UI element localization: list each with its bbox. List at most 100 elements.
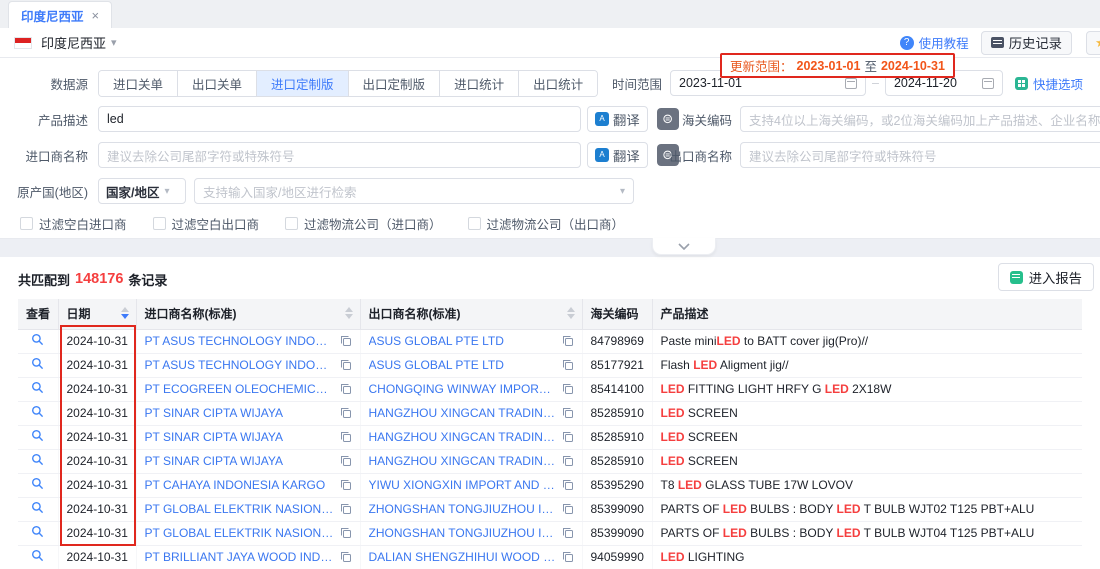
view-record-button[interactable]	[18, 449, 58, 473]
copy-icon[interactable]	[340, 455, 352, 467]
sort-caret-icon[interactable]	[345, 307, 353, 319]
importer-name-link[interactable]: PT SINAR CIPTA WIJAYA	[145, 406, 335, 420]
view-magnifier-icon[interactable]	[31, 549, 44, 562]
exporter-name-link[interactable]: ZHONGSHAN TONGJIUZHOU INTERNA...	[369, 526, 557, 540]
importer-name-link[interactable]: PT SINAR CIPTA WIJAYA	[145, 430, 335, 444]
translate-button[interactable]: A 翻译	[587, 106, 648, 132]
exporter-name-link[interactable]: HANGZHOU XINGCAN TRADING CO LTD	[369, 454, 557, 468]
view-record-button[interactable]	[18, 329, 58, 353]
view-record-button[interactable]	[18, 473, 58, 497]
filter-checkbox[interactable]: 过滤空白出口商	[153, 214, 260, 233]
importer-input[interactable]: 建议去除公司尾部字符或特殊符号	[98, 142, 581, 168]
datasource-tab[interactable]: 出口统计	[518, 71, 597, 96]
datasource-tab[interactable]: 进口定制版	[256, 71, 348, 96]
view-record-button[interactable]	[18, 521, 58, 545]
copy-icon[interactable]	[340, 551, 352, 563]
copy-icon[interactable]	[340, 431, 352, 443]
importer-name-link[interactable]: PT BRILLIANT JAYA WOOD INDUSTRY	[145, 550, 335, 564]
datasource-tab[interactable]: 进口统计	[439, 71, 518, 96]
enter-report-button[interactable]: 进入报告	[998, 263, 1094, 291]
view-magnifier-icon[interactable]	[31, 357, 44, 370]
date-cell: 2024-10-31	[58, 473, 136, 497]
exporter-name-link[interactable]: DALIAN SHENGZHIHUI WOOD INDUST...	[369, 550, 557, 564]
copy-icon[interactable]	[340, 503, 352, 515]
view-record-button[interactable]	[18, 425, 58, 449]
importer-name-link[interactable]: PT GLOBAL ELEKTRIK NASIONAL	[145, 526, 335, 540]
view-magnifier-icon[interactable]	[31, 429, 44, 442]
view-record-button[interactable]	[18, 497, 58, 521]
view-magnifier-icon[interactable]	[31, 525, 44, 538]
copy-icon[interactable]	[562, 359, 574, 371]
view-record-button[interactable]	[18, 353, 58, 377]
history-button[interactable]: 历史记录	[981, 31, 1072, 55]
copy-icon[interactable]	[340, 527, 352, 539]
view-record-button[interactable]	[18, 545, 58, 569]
datasource-tab[interactable]: 出口关单	[177, 71, 256, 96]
copy-icon[interactable]	[562, 335, 574, 347]
hs-code-input[interactable]: 支持4位以上海关编码，或2位海关编码加上产品描述、企业名称的任意信息	[740, 106, 1100, 132]
view-magnifier-icon[interactable]	[31, 405, 44, 418]
filter-checkbox[interactable]: 过滤物流公司（进口商）	[285, 214, 442, 233]
copy-icon[interactable]	[340, 335, 352, 347]
importer-name-link[interactable]: PT ASUS TECHNOLOGY INDONESIA BA...	[145, 334, 335, 348]
tutorial-link[interactable]: ? 使用教程	[900, 33, 969, 52]
copy-icon[interactable]	[340, 359, 352, 371]
checkbox-icon[interactable]	[468, 217, 481, 230]
translate-button[interactable]: A 翻译	[587, 142, 648, 168]
copy-icon[interactable]	[562, 479, 574, 491]
exporter-name-link[interactable]: HANGZHOU XINGCAN TRADING CO LTD	[369, 406, 557, 420]
checkbox-icon[interactable]	[153, 217, 166, 230]
favorite-button[interactable]: ★	[1086, 31, 1100, 55]
product-desc-input[interactable]: led	[98, 106, 581, 132]
copy-icon[interactable]	[562, 383, 574, 395]
exporter-input[interactable]: 建议去除公司尾部字符或特殊符号	[740, 142, 1100, 168]
copy-icon[interactable]	[562, 407, 574, 419]
checkbox-icon[interactable]	[285, 217, 298, 230]
checkbox-icon[interactable]	[20, 217, 33, 230]
column-header[interactable]: 日期	[58, 299, 136, 329]
copy-icon[interactable]	[340, 383, 352, 395]
filter-checkbox[interactable]: 过滤物流公司（出口商）	[468, 214, 625, 233]
copy-icon[interactable]	[562, 455, 574, 467]
column-header[interactable]: 出口商名称(标准)	[360, 299, 582, 329]
copy-icon[interactable]	[340, 479, 352, 491]
tab-indonesia[interactable]: 印度尼西亚 ×	[8, 1, 112, 28]
filter-checkbox[interactable]: 过滤空白进口商	[20, 214, 127, 233]
exporter-name-link[interactable]: CHONGQING WINWAY IMPORT AND E...	[369, 382, 557, 396]
exporter-name-link[interactable]: ZHONGSHAN TONGJIUZHOU INTERNA...	[369, 502, 557, 516]
collapse-form-button[interactable]	[652, 238, 716, 255]
quick-options-link[interactable]: 快捷选项	[1015, 74, 1083, 93]
view-magnifier-icon[interactable]	[31, 453, 44, 466]
copy-icon[interactable]	[562, 527, 574, 539]
copy-icon[interactable]	[562, 431, 574, 443]
view-magnifier-icon[interactable]	[31, 381, 44, 394]
datasource-tab[interactable]: 进口关单	[99, 71, 177, 96]
column-header[interactable]: 进口商名称(标准)	[136, 299, 360, 329]
exporter-name-link[interactable]: ASUS GLOBAL PTE LTD	[369, 334, 557, 348]
copy-icon[interactable]	[562, 551, 574, 563]
copy-icon[interactable]	[562, 503, 574, 515]
importer-name-link[interactable]: PT GLOBAL ELEKTRIK NASIONAL	[145, 502, 335, 516]
row-origin: 原产国(地区) 国家/地区 ▾ 支持输入国家/地区进行检索 ▾	[0, 176, 1100, 206]
importer-name-link[interactable]: PT ECOGREEN OLEOCHEMICALS	[145, 382, 335, 396]
exporter-name-link[interactable]: ASUS GLOBAL PTE LTD	[369, 358, 557, 372]
copy-icon[interactable]	[340, 407, 352, 419]
view-magnifier-icon[interactable]	[31, 477, 44, 490]
close-icon[interactable]: ×	[92, 8, 100, 23]
view-magnifier-icon[interactable]	[31, 501, 44, 514]
datasource-tab[interactable]: 出口定制版	[348, 71, 440, 96]
origin-search-input[interactable]: 支持输入国家/地区进行检索 ▾	[194, 178, 634, 204]
importer-name-link[interactable]: PT CAHAYA INDONESIA KARGO	[145, 478, 335, 492]
view-record-button[interactable]	[18, 401, 58, 425]
importer-name-link[interactable]: PT ASUS TECHNOLOGY INDONESIA BA...	[145, 358, 335, 372]
product-desc-cell: LED SCREEN	[652, 401, 1082, 425]
view-record-button[interactable]	[18, 377, 58, 401]
chevron-down-icon[interactable]: ▾	[111, 36, 117, 49]
view-magnifier-icon[interactable]	[31, 333, 44, 346]
exporter-name-link[interactable]: YIWU XIONGXIN IMPORT AND EXPORT...	[369, 478, 557, 492]
exporter-name-link[interactable]: HANGZHOU XINGCAN TRADING CO LTD	[369, 430, 557, 444]
importer-name-link[interactable]: PT SINAR CIPTA WIJAYA	[145, 454, 335, 468]
sort-caret-icon[interactable]	[567, 307, 575, 319]
origin-type-select[interactable]: 国家/地区 ▾	[98, 178, 186, 204]
sort-caret-icon[interactable]	[121, 307, 129, 319]
